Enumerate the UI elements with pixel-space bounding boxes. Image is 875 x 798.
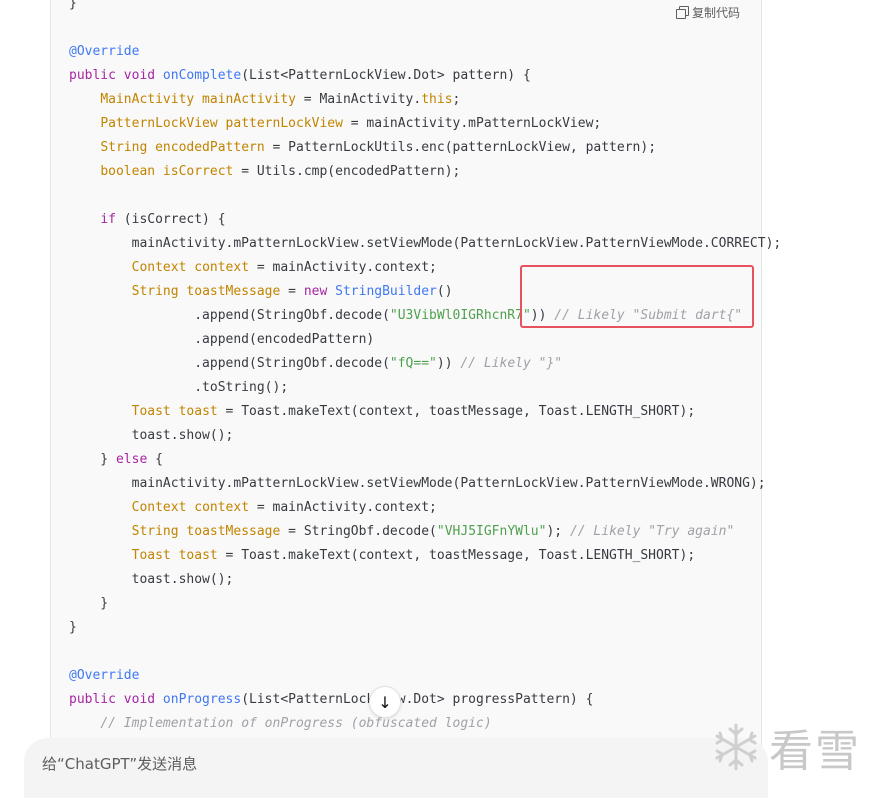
watermark: 看雪: [711, 715, 861, 779]
code-line: String encodedPattern = PatternLockUtils…: [100, 140, 657, 155]
arrow-down-icon: ↓: [378, 692, 392, 712]
code-line: }: [69, 620, 77, 635]
code-line: toast.show();: [69, 428, 234, 443]
code-line: PatternLockView patternLockView = mainAc…: [100, 116, 602, 131]
watermark-text: 看雪: [769, 726, 861, 777]
code-line: MainActivity mainActivity = MainActivity…: [100, 92, 461, 107]
code-line: .append(encodedPattern): [69, 332, 375, 347]
code-line: toast.show();: [69, 572, 234, 587]
scroll-to-bottom-button[interactable]: ↓: [369, 686, 401, 718]
code-line: }: [69, 596, 109, 611]
message-input[interactable]: 给“ChatGPT”发送消息: [42, 753, 197, 774]
code-content: } @Override public void onComplete(List<Pa…: [69, 0, 781, 736]
code-line: mainActivity.mPatternLockView.setViewMod…: [69, 476, 766, 491]
code-line: // Implementation of onProgress (obfusca…: [100, 716, 492, 731]
code-line: @Override: [69, 44, 140, 59]
code-line: public void onProgress(List<PatternLockV…: [69, 692, 594, 707]
code-line: } else {: [69, 452, 163, 467]
code-line: }: [69, 0, 77, 11]
snowflake-icon: [715, 723, 757, 771]
code-line: String toastMessage = StringObf.decode("…: [131, 524, 735, 539]
code-line: Toast toast = Toast.makeText(context, to…: [131, 404, 696, 419]
code-line: .append(StringObf.decode("fQ==")) // Lik…: [69, 356, 563, 371]
code-line: Context context = mainActivity.context;: [131, 500, 437, 515]
code-line: if (isCorrect) {: [100, 212, 226, 227]
code-line: mainActivity.mPatternLockView.setViewMod…: [69, 236, 782, 251]
code-line: boolean isCorrect = Utils.cmp(encodedPat…: [100, 164, 461, 179]
code-line: @Override: [69, 668, 140, 683]
highlight-annotation-box: [520, 265, 754, 328]
code-line: public void onComplete(List<PatternLockV…: [69, 68, 531, 83]
message-composer[interactable]: 给“ChatGPT”发送消息: [24, 738, 768, 798]
code-line: .toString();: [69, 380, 289, 395]
code-line: Toast toast = Toast.makeText(context, to…: [131, 548, 696, 563]
